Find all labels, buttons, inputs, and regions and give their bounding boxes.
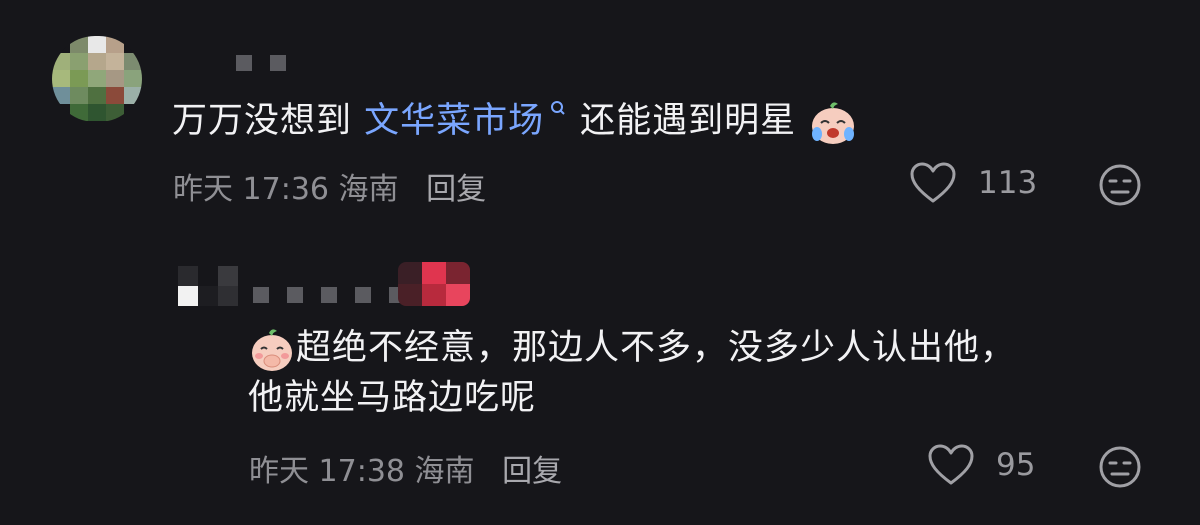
username-masked[interactable] [236,55,286,71]
avatar[interactable] [52,36,142,122]
reply-button[interactable]: 回复 [426,172,486,207]
like-count: 95 [996,447,1036,483]
crying-laughing-emoji [812,102,855,144]
reply-meta: 昨天 17:38 海南 回复 [249,446,562,490]
reply-like-button[interactable]: 95 [928,444,1035,486]
heart-icon [910,162,956,203]
timestamp: 昨天 17:36 [173,172,329,207]
dislike-face-icon[interactable] [1098,163,1142,207]
timestamp: 昨天 17:38 [249,454,405,489]
like-button[interactable]: 113 [910,162,1037,204]
search-link[interactable]: 文华菜市场 [364,101,544,141]
comment-text: 万万没想到 文华菜市场 还能遇到明星 [172,96,858,146]
search-icon[interactable] [550,100,566,122]
location: 海南 [414,454,475,489]
reply-avatar[interactable] [178,266,238,306]
location: 海南 [338,172,399,207]
reply-username-masked[interactable] [253,287,405,303]
dislike-face-icon[interactable] [1098,445,1142,489]
like-count: 113 [978,165,1038,201]
user-badge [398,262,470,306]
shy-laughing-emoji [252,329,292,371]
reply-text: 超绝不经意，那边人不多，没多少人认出他， 他就坐马路边吃呢 [248,323,1016,423]
reply-button[interactable]: 回复 [502,454,562,489]
comment-meta: 昨天 17:36 海南 回复 [173,164,486,208]
heart-icon [928,444,974,485]
